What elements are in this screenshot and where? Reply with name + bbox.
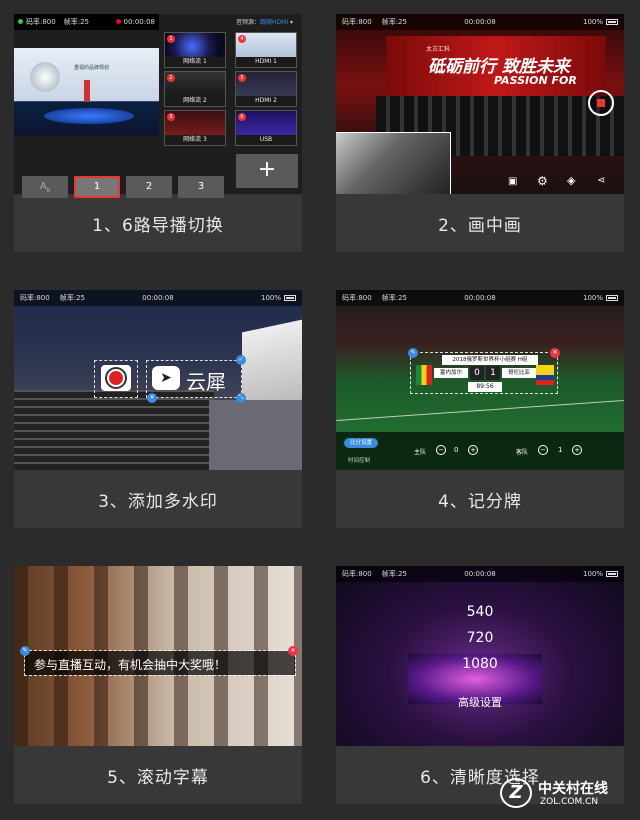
source-4[interactable]: 4 HDMI 1 [235,32,297,68]
resolution-720[interactable]: 720 [336,630,624,646]
scale-icon[interactable]: ⤡ [236,393,246,403]
gear-icon[interactable]: ⚙ [537,174,548,188]
status-bar: 码率:800 帧率:25 00:00:08 100% [336,290,624,306]
panel-4: 码率:800 帧率:25 00:00:08 100% ✎ ✕ 2018俄罗斯世界杯… [336,290,624,528]
top-status: 码率:800 帧率:25 00:00:08 [14,14,159,30]
time-control-button[interactable]: 时间控制 [348,456,370,464]
gallery-icon[interactable]: ▣ [508,176,517,187]
status-bar: 码率:800 帧率:25 00:00:08 100% [14,290,302,306]
home-minus-button[interactable]: − [436,445,446,455]
resolution-1080[interactable]: 1080 [336,656,624,672]
record-button[interactable] [588,90,614,116]
caption-4: 4、记分牌 [438,491,522,512]
yunxi-text: 云犀 [186,370,226,394]
home-flag [416,365,432,385]
score-settings-button[interactable]: 比分设置 [344,438,378,448]
panel-6: 码率:800 帧率:25 00:00:08 100% 540 720 1080 高… [336,566,624,804]
match-clock: 89:56 [468,382,502,392]
ticker-text: 参与直播互动，有机会抽中大奖哦！ [34,658,227,672]
share-icon[interactable]: ⋖ [597,175,605,186]
panel-5: 参与直播互动，有机会抽中大奖哦！ ✎ ✕ 5、滚动字幕 [14,566,302,804]
banner-en: PASSION FOR [494,74,577,87]
away-label: 客队 [516,449,529,456]
resolution-540[interactable]: 540 [336,604,624,620]
home-value: 0 [454,446,459,454]
scoreboard-title: 2018俄罗斯世界杯小组赛 H组 [442,355,538,365]
panel-2: 码率:800 帧率:25 00:00:08 100% 太古汇科 砥砺前行 致胜未来… [336,14,624,252]
floor [209,400,302,470]
camera-logo [101,365,131,391]
status-bar: 码率:800 帧率:25 00:00:08 100% [336,14,624,30]
home-score: 0 [470,366,484,380]
panel-3: 码率:800 帧率:25 00:00:08 100% ➤ 云犀 ✓ ✕ ⤡ 3、添… [14,290,302,528]
source-2[interactable]: 2 网络流 2 [164,71,226,107]
away-value: 1 [558,446,563,454]
audience [14,390,214,470]
away-team: 哥伦比亚 [502,368,536,378]
audio-source[interactable]: 音频源：跟随HDMI ▾ [236,17,293,26]
caption-1: 1、6路导播切换 [92,215,224,236]
delete-icon[interactable]: ✕ [550,348,560,358]
caption-5: 5、滚动字幕 [107,767,209,788]
home-team: 塞内加尔 [434,368,468,378]
away-flag [536,365,554,385]
away-score: 1 [486,366,500,380]
edit-icon[interactable]: ✎ [408,348,418,358]
panel-4-screenshot: 码率:800 帧率:25 00:00:08 100% ✎ ✕ 2018俄罗斯世界杯… [336,290,624,470]
panel-6-screenshot: 码率:800 帧率:25 00:00:08 100% 540 720 1080 高… [336,566,624,746]
caption-3: 3、添加多水印 [98,491,218,512]
zol-en: ZOL.COM.CN [540,797,599,807]
panel-2-screenshot: 码率:800 帧率:25 00:00:08 100% 太古汇科 砥砺前行 致胜未来… [336,14,624,194]
zol-logo: Z [500,778,532,808]
edit-icon[interactable]: ✓ [236,355,246,365]
source-3[interactable]: 3 网络流 3 [164,110,226,146]
home-label: 主队 [414,449,427,456]
pip-window[interactable] [336,132,451,194]
zol-cn: 中关村在线 [538,781,608,797]
delete-icon[interactable]: ✕ [288,646,298,656]
main-preview: 重视的品牌规划 [14,48,159,136]
source-5[interactable]: 5 HDMI 2 [235,71,297,107]
away-plus-button[interactable]: + [572,445,582,455]
close-icon[interactable]: ✕ [147,393,157,403]
panel-5-screenshot: 参与直播互动，有机会抽中大奖哦！ ✎ ✕ [14,566,302,746]
caption-2: 2、画中画 [438,215,522,236]
source-6[interactable]: 6 USB [235,110,297,146]
yunxi-logo: ➤ [152,366,180,390]
screen-text: 重视的品牌规划 [74,65,110,71]
panel-1: 码率:800 帧率:25 00:00:08 音频源：跟随HDMI ▾ 重视的品牌… [14,14,302,252]
stage-screen [242,319,302,413]
add-source-button[interactable]: + [236,154,298,188]
panel-3-screenshot: 码率:800 帧率:25 00:00:08 100% ➤ 云犀 ✓ ✕ ⤡ [14,290,302,470]
source-1[interactable]: 1 网络流 1 [164,32,226,68]
home-plus-button[interactable]: + [468,445,478,455]
advanced-settings[interactable]: 高级设置 [336,694,624,710]
pitch-line [336,399,624,422]
away-minus-button[interactable]: − [538,445,548,455]
status-bar: 码率:800 帧率:25 00:00:08 100% [336,566,624,582]
edit-icon[interactable]: ✎ [20,646,30,656]
layers-icon[interactable]: ◈ [567,174,575,187]
